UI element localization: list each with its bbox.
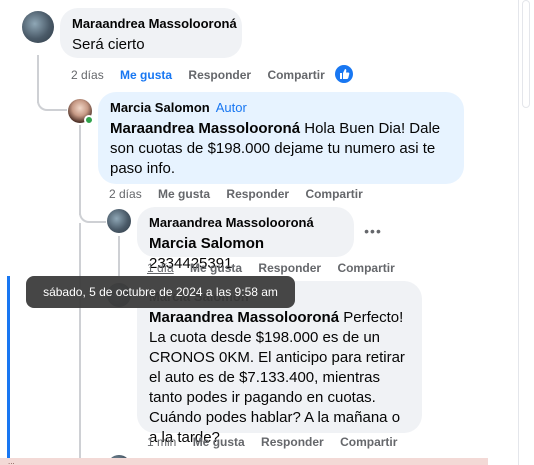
avatar[interactable] [107, 209, 131, 233]
reply-button[interactable]: Responder [261, 435, 324, 449]
notification-strip-text: ... [8, 458, 15, 465]
mention-link[interactable]: Marcia Salomon [149, 235, 264, 252]
online-status-indicator [84, 115, 94, 125]
comment-bubble: Marcia Salomon Autor Maraandrea Massoloor… [98, 92, 464, 184]
like-button[interactable]: Me gusta [190, 261, 242, 275]
notification-strip: ... [0, 458, 488, 465]
comment-author[interactable]: Maraandrea Massolooroná [149, 215, 342, 231]
mention-link[interactable]: Maraandrea Massolooroná [149, 309, 339, 326]
comment-bubble: Maraandrea Massolooroná Marcia Salomon 2… [137, 207, 354, 272]
highlight-line [7, 276, 10, 465]
timestamp-link[interactable]: 1 min [147, 435, 176, 449]
comment-actions: 1 día Me gusta Responder Compartir [147, 260, 408, 276]
avatar[interactable] [22, 11, 54, 43]
mention-link[interactable]: Maraandrea Massolooroná [110, 120, 300, 137]
comment-actions: 1 min Me gusta Responder Compartir [147, 434, 410, 450]
author-badge: Autor [215, 100, 247, 115]
comment-author[interactable]: Maraandrea Massolooroná [72, 16, 237, 32]
comment-text: Maraandrea Massolooroná Hola Buen Dia! D… [110, 120, 441, 177]
timestamp-tooltip: sábado, 5 de octubre de 2024 a las 9:58 … [26, 276, 295, 308]
scrollbar-thumb[interactable] [522, 0, 530, 108]
share-button[interactable]: Compartir [337, 261, 394, 275]
like-button[interactable]: Me gusta [158, 187, 210, 201]
share-button[interactable]: Compartir [267, 68, 324, 82]
more-options-button[interactable]: ••• [364, 222, 382, 240]
thread-line-reply-1 [79, 125, 81, 215]
like-button[interactable]: Me gusta [120, 68, 172, 82]
reply-button[interactable]: Responder [226, 187, 289, 201]
timestamp-link[interactable]: 1 día [147, 261, 174, 275]
thread-connector-reply-1 [37, 91, 67, 111]
comment-author[interactable]: Marcia Salomon Autor [110, 100, 452, 116]
reply-button[interactable]: Responder [188, 68, 251, 82]
share-button[interactable]: Compartir [340, 435, 397, 449]
timestamp-link[interactable]: 2 días [71, 68, 104, 82]
thread-line-nested [118, 236, 120, 276]
comment-actions: 2 días Me gusta Responder Compartir [109, 186, 376, 202]
comment-bubble: Maraandrea Massolooroná Será cierto [60, 8, 242, 58]
like-reaction-icon[interactable] [335, 65, 353, 83]
timestamp-link[interactable]: 2 días [109, 187, 142, 201]
comment-text: Maraandrea Massolooroná Perfecto! La cuo… [149, 309, 405, 446]
comment-text: Será cierto [72, 36, 145, 53]
like-button[interactable]: Me gusta [193, 435, 245, 449]
share-button[interactable]: Compartir [305, 187, 362, 201]
thread-connector-reply-2 [79, 203, 106, 223]
thread-line-reply-2 [79, 223, 81, 465]
reply-button[interactable]: Responder [258, 261, 321, 275]
comment-actions: 2 días Me gusta Responder Compartir [71, 67, 338, 83]
